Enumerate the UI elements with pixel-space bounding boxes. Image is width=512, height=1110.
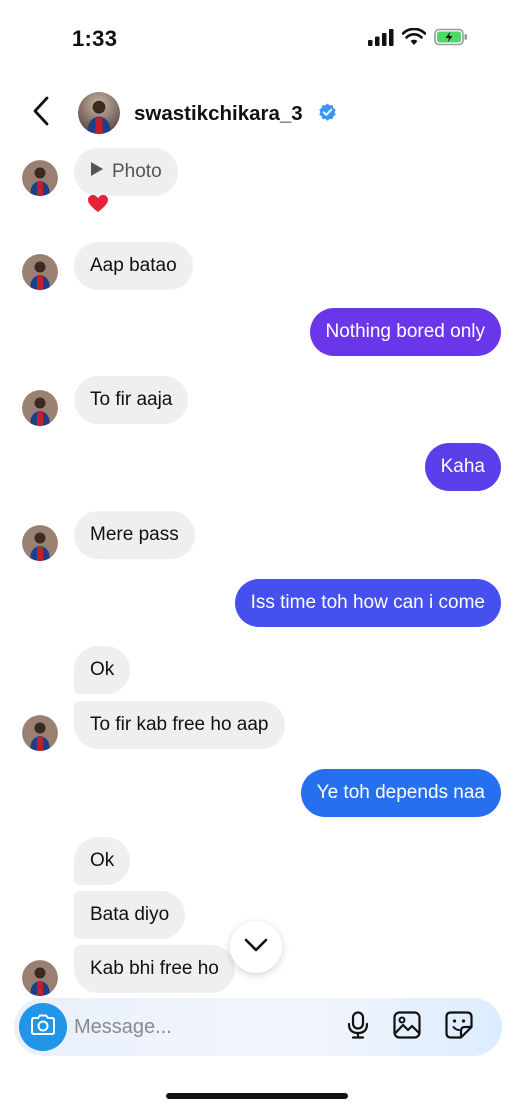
chat-header: swastikchikara_3: [0, 86, 512, 144]
back-button[interactable]: [26, 96, 56, 130]
message-bubble-incoming[interactable]: Aap batao: [74, 242, 193, 290]
verified-icon: [318, 103, 337, 122]
message-bubble-outgoing[interactable]: Nothing bored only: [309, 308, 501, 356]
message-bubble-incoming[interactable]: Kab bhi free ho: [74, 945, 235, 993]
microphone-button[interactable]: [343, 1010, 373, 1044]
status-icons: [368, 27, 468, 51]
message-input[interactable]: [74, 1011, 324, 1043]
camera-icon: [30, 1014, 56, 1041]
message-bubble-incoming[interactable]: Ok: [74, 646, 131, 694]
message-bubble-incoming[interactable]: Ok: [74, 837, 131, 885]
gallery-button[interactable]: [392, 1010, 422, 1044]
sticker-button[interactable]: [444, 1010, 474, 1044]
status-bar: 1:33: [0, 0, 512, 78]
heart-icon: [88, 194, 108, 218]
header-avatar[interactable]: [78, 92, 120, 134]
sender-avatar[interactable]: [22, 254, 58, 290]
microphone-icon: [347, 1010, 369, 1044]
message-bubble-outgoing[interactable]: Kaha: [424, 443, 501, 491]
signal-icon: [368, 28, 394, 51]
message-bubble-incoming[interactable]: To fir kab free ho aap: [74, 701, 285, 749]
wifi-icon: [401, 27, 427, 51]
message-bubble-incoming[interactable]: Mere pass: [74, 511, 195, 559]
battery-icon: [434, 28, 468, 51]
chevron-down-icon: [244, 938, 268, 957]
camera-button[interactable]: [19, 1003, 67, 1051]
scroll-to-bottom-button[interactable]: [230, 921, 282, 973]
message-bubble-incoming[interactable]: To fir aaja: [74, 376, 189, 424]
sender-avatar[interactable]: [22, 160, 58, 196]
message-text: Photo: [112, 161, 162, 182]
sender-avatar[interactable]: [22, 525, 58, 561]
message-composer: [14, 998, 502, 1056]
back-icon: [32, 96, 50, 131]
message-bubble-outgoing[interactable]: Iss time toh how can i come: [234, 579, 501, 627]
heart-reaction[interactable]: [82, 192, 114, 220]
home-indicator: [166, 1093, 348, 1099]
sender-avatar[interactable]: [22, 960, 58, 996]
gallery-icon: [393, 1010, 421, 1044]
message-bubble-photo[interactable]: Photo: [74, 148, 178, 196]
header-username[interactable]: swastikchikara_3: [134, 102, 303, 126]
play-icon: [90, 148, 104, 196]
message-bubble-incoming[interactable]: Bata diyo: [74, 891, 186, 939]
status-time: 1:33: [72, 26, 118, 51]
message-bubble-outgoing[interactable]: Ye toh depends naa: [300, 769, 501, 817]
sender-avatar[interactable]: [22, 390, 58, 426]
sender-avatar[interactable]: [22, 715, 58, 751]
sticker-icon: [445, 1010, 473, 1044]
